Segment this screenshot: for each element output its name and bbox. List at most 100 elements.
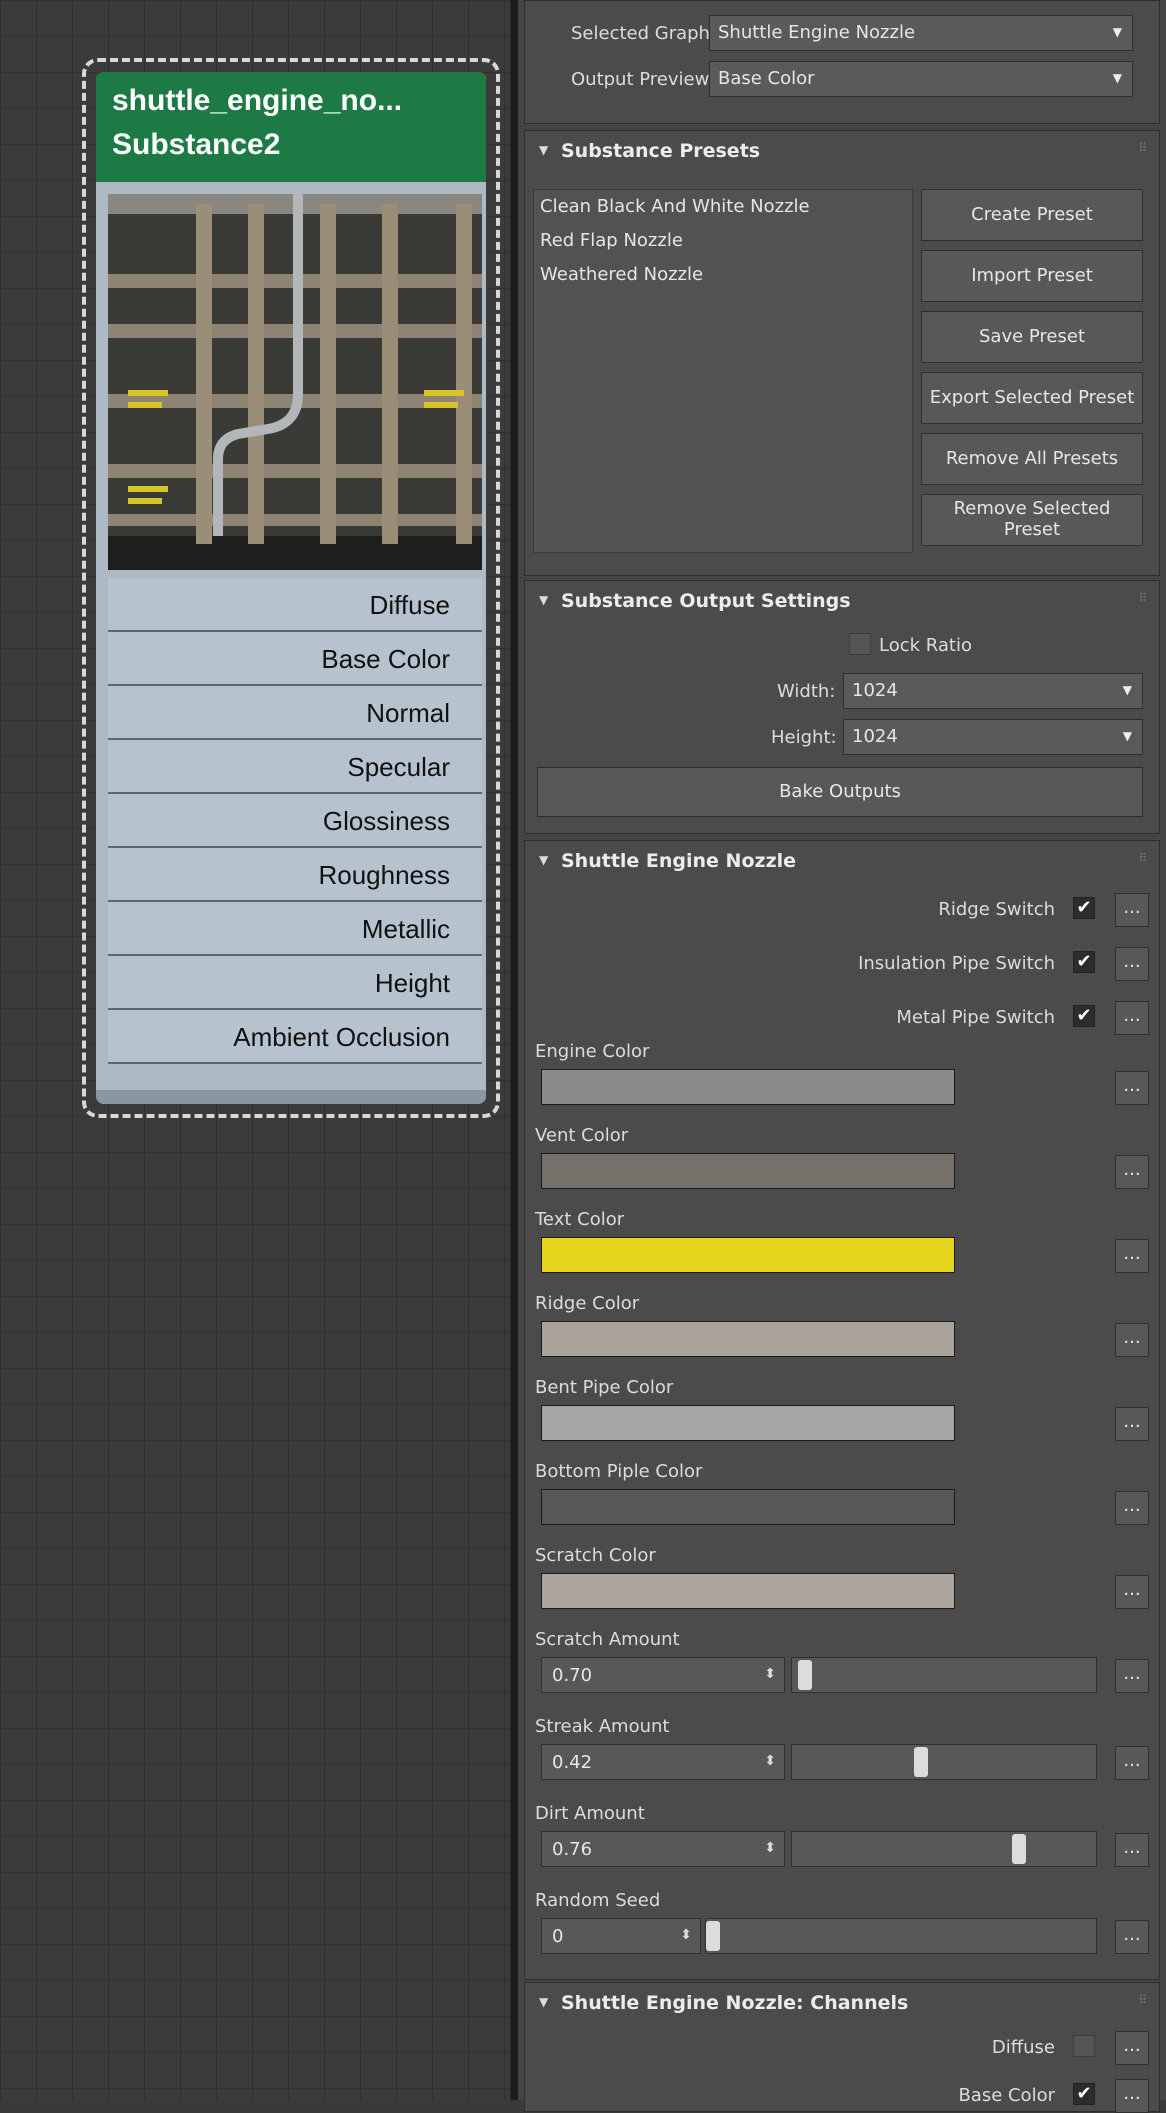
more-options-button[interactable]: ... xyxy=(1115,893,1149,927)
random-seed-spinner[interactable]: 0 ⬍ xyxy=(541,1918,701,1954)
more-options-button[interactable]: ... xyxy=(1115,1239,1149,1273)
bake-outputs-button[interactable]: Bake Outputs xyxy=(537,767,1143,817)
channels-title: Shuttle Engine Nozzle: Channels xyxy=(561,1992,909,2014)
node-output-row: Base Color xyxy=(108,632,482,686)
node-output-label: Diffuse xyxy=(369,590,450,620)
more-options-button[interactable]: ... xyxy=(1115,947,1149,981)
color-swatch[interactable] xyxy=(541,1153,955,1189)
remove-all-presets-button[interactable]: Remove All Presets xyxy=(921,433,1143,485)
value-spinner[interactable]: 0.76 ⬍ xyxy=(541,1831,785,1867)
slider-thumb[interactable] xyxy=(706,1921,720,1951)
switch-checkbox[interactable]: ✔ xyxy=(1073,1005,1095,1027)
selected-graph-label: Selected Graph: xyxy=(571,23,717,44)
chevron-down-icon: ▼ xyxy=(1112,71,1122,85)
width-dropdown[interactable]: 1024 ▼ xyxy=(843,673,1143,709)
channel-checkbox[interactable] xyxy=(1073,2035,1095,2057)
color-param-label: Bent Pipe Color xyxy=(535,1377,674,1398)
remove-selected-preset-button[interactable]: Remove Selected Preset xyxy=(921,494,1143,546)
switch-checkbox[interactable]: ✔ xyxy=(1073,897,1095,919)
node-output-label: Base Color xyxy=(321,644,450,674)
more-options-button[interactable]: ... xyxy=(1115,2031,1149,2065)
slider-thumb[interactable] xyxy=(1012,1834,1026,1864)
more-options-button[interactable]: ... xyxy=(1115,1155,1149,1189)
preset-list-item[interactable]: Red Flap Nozzle xyxy=(540,230,683,251)
grip-icon: ⠿ xyxy=(1138,591,1147,605)
channel-checkbox[interactable]: ✔ xyxy=(1073,2083,1095,2105)
spinner-arrows-icon[interactable]: ⬍ xyxy=(764,1666,776,1682)
color-swatch[interactable] xyxy=(541,1237,955,1273)
import-preset-button[interactable]: Import Preset xyxy=(921,250,1143,302)
more-options-button[interactable]: ... xyxy=(1115,1407,1149,1441)
export-selected-preset-button[interactable]: Export Selected Preset xyxy=(921,372,1143,424)
output-settings-header[interactable]: ▼ Substance Output Settings ⠿ xyxy=(525,581,1159,619)
preset-list[interactable]: Clean Black And White Nozzle Red Flap Noz… xyxy=(533,189,913,553)
value-slider[interactable] xyxy=(791,1831,1097,1867)
presets-rollout-header[interactable]: ▼ Substance Presets ⠿ xyxy=(525,131,1159,169)
node-resize-grip[interactable] xyxy=(96,1090,486,1104)
more-options-button[interactable]: ... xyxy=(1115,1001,1149,1035)
switch-checkbox[interactable]: ✔ xyxy=(1073,951,1095,973)
node-output-row: Normal xyxy=(108,686,482,740)
substance-node[interactable]: shuttle_engine_no... Substance2 Diffuse … xyxy=(82,58,594,1118)
preset-list-item[interactable]: Clean Black And White Nozzle xyxy=(540,196,810,217)
preset-list-item[interactable]: Weathered Nozzle xyxy=(540,264,703,285)
node-output-label: Height xyxy=(374,968,450,998)
value-spinner[interactable]: 0.70 ⬍ xyxy=(541,1657,785,1693)
color-swatch[interactable] xyxy=(541,1405,955,1441)
node-header[interactable]: shuttle_engine_no... Substance2 xyxy=(96,72,486,182)
more-options-button[interactable]: ... xyxy=(1115,1323,1149,1357)
output-settings-rollout: ▼ Substance Output Settings ⠿ Lock Ratio… xyxy=(524,580,1160,834)
slider-thumb[interactable] xyxy=(914,1747,928,1777)
random-seed-label: Random Seed xyxy=(535,1890,661,1911)
spinner-arrows-icon[interactable]: ⬍ xyxy=(764,1840,776,1856)
more-options-button[interactable]: ... xyxy=(1115,1746,1149,1780)
more-options-button[interactable]: ... xyxy=(1115,1491,1149,1525)
color-swatch[interactable] xyxy=(541,1069,955,1105)
color-param-label: Text Color xyxy=(535,1209,625,1230)
more-options-button[interactable]: ... xyxy=(1115,2079,1149,2113)
output-preview-label: Output Preview: xyxy=(571,69,715,90)
color-swatch[interactable] xyxy=(541,1573,955,1609)
switch-label: Metal Pipe Switch xyxy=(896,1007,1055,1028)
output-preview-dropdown[interactable]: Base Color ▼ xyxy=(709,61,1133,97)
node-texture-preview xyxy=(108,194,482,570)
spinner-value: 0.76 xyxy=(552,1839,593,1860)
more-options-button[interactable]: ... xyxy=(1115,1659,1149,1693)
slider-thumb[interactable] xyxy=(798,1660,812,1690)
color-swatch[interactable] xyxy=(541,1321,955,1357)
more-options-button[interactable]: ... xyxy=(1115,1920,1149,1954)
spinner-arrows-icon[interactable]: ⬍ xyxy=(680,1927,692,1943)
save-preset-button[interactable]: Save Preset xyxy=(921,311,1143,363)
node-output-row: Specular xyxy=(108,740,482,794)
color-swatch[interactable] xyxy=(541,1489,955,1525)
height-dropdown[interactable]: 1024 ▼ xyxy=(843,719,1143,755)
nozzle-params-title: Shuttle Engine Nozzle xyxy=(561,850,797,872)
node-output-label: Metallic xyxy=(361,914,450,944)
graph-rollout: Selected Graph: Shuttle Engine Nozzle ▼ … xyxy=(524,0,1160,124)
node-output-label: Roughness xyxy=(318,860,450,890)
channels-header[interactable]: ▼ Shuttle Engine Nozzle: Channels ⠿ xyxy=(525,1983,1159,2021)
more-options-button[interactable]: ... xyxy=(1115,1575,1149,1609)
more-options-button[interactable]: ... xyxy=(1115,1833,1149,1867)
node-output-row: Metallic xyxy=(108,902,482,956)
spinner-value: 0.42 xyxy=(552,1752,593,1773)
value-slider[interactable] xyxy=(791,1744,1097,1780)
create-preset-button[interactable]: Create Preset xyxy=(921,189,1143,241)
node-output-row: Height xyxy=(108,956,482,1010)
value-slider[interactable] xyxy=(791,1657,1097,1693)
collapse-triangle-icon: ▼ xyxy=(539,853,549,867)
output-preview-value: Base Color xyxy=(718,68,815,89)
node-editor-canvas[interactable]: shuttle_engine_no... Substance2 Diffuse … xyxy=(0,0,594,2100)
random-seed-slider[interactable] xyxy=(705,1918,1097,1954)
spinner-arrows-icon[interactable]: ⬍ xyxy=(764,1753,776,1769)
color-param-label: Vent Color xyxy=(535,1125,629,1146)
selected-graph-dropdown[interactable]: Shuttle Engine Nozzle ▼ xyxy=(709,15,1133,51)
slider-param-label: Dirt Amount xyxy=(535,1803,645,1824)
color-param-label: Scratch Color xyxy=(535,1545,656,1566)
nozzle-params-header[interactable]: ▼ Shuttle Engine Nozzle ⠿ xyxy=(525,841,1159,879)
slider-param-label: Streak Amount xyxy=(535,1716,670,1737)
value-spinner[interactable]: 0.42 ⬍ xyxy=(541,1744,785,1780)
node-title: shuttle_engine_no... xyxy=(112,84,403,117)
more-options-button[interactable]: ... xyxy=(1115,1071,1149,1105)
lock-ratio-checkbox[interactable] xyxy=(849,633,871,655)
